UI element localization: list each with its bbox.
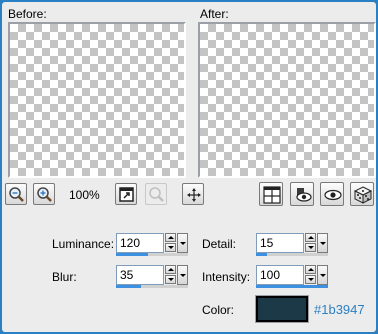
detail-slider-fill	[256, 253, 267, 256]
detail-slider-dropdown[interactable]	[317, 233, 328, 253]
blur-decrement[interactable]	[165, 275, 176, 284]
intensity-slider[interactable]	[256, 285, 328, 288]
zoom-level: 100%	[69, 188, 100, 202]
magnifier-disabled-icon	[149, 187, 164, 202]
detail-label: Detail:	[202, 237, 237, 251]
before-preview[interactable]	[8, 22, 186, 178]
luminance-decrement[interactable]	[165, 243, 176, 252]
after-label: After:	[200, 7, 229, 21]
preview-toggle-button[interactable]	[320, 182, 344, 206]
zoom-out-button[interactable]	[5, 183, 27, 205]
intensity-slider-dropdown[interactable]	[317, 265, 328, 285]
luminance-slider-dropdown[interactable]	[177, 233, 188, 253]
color-label: Color:	[202, 303, 235, 317]
show-original-button[interactable]	[290, 182, 314, 206]
zoom-in-icon	[37, 187, 52, 202]
eye-compare-icon	[296, 188, 312, 202]
split-view-icon	[263, 186, 281, 204]
intensity-decrement[interactable]	[305, 275, 316, 284]
blur-increment[interactable]	[165, 265, 176, 274]
randomize-button[interactable]	[350, 182, 374, 206]
fit-to-window-button[interactable]	[115, 183, 137, 205]
detail-increment[interactable]	[305, 233, 316, 242]
blur-slider-dropdown[interactable]	[177, 265, 188, 285]
fit-window-icon	[119, 187, 134, 202]
intensity-slider-fill	[256, 285, 328, 288]
pan-button[interactable]	[182, 183, 204, 205]
detail-value: 15	[260, 236, 274, 250]
luminance-value: 120	[120, 236, 141, 250]
blur-slider-fill	[116, 285, 142, 288]
eye-icon	[324, 189, 342, 201]
detail-input[interactable]: 15	[256, 233, 304, 253]
luminance-input[interactable]: 120	[116, 233, 164, 253]
zoom-in-button[interactable]	[33, 183, 55, 205]
intensity-increment[interactable]	[305, 265, 316, 274]
intensity-value: 100	[260, 268, 281, 282]
color-swatch[interactable]	[255, 295, 309, 323]
color-hex-value: #1b3947	[314, 302, 365, 317]
detail-slider[interactable]	[256, 253, 328, 256]
after-preview[interactable]	[198, 22, 376, 178]
intensity-input[interactable]: 100	[256, 265, 304, 285]
before-label: Before:	[8, 7, 47, 21]
zoom-actual-button[interactable]	[145, 183, 167, 205]
blur-input[interactable]: 35	[116, 265, 164, 285]
detail-decrement[interactable]	[305, 243, 316, 252]
zoom-out-icon	[9, 187, 24, 202]
blur-label: Blur:	[52, 270, 77, 284]
luminance-increment[interactable]	[165, 233, 176, 242]
luminance-slider[interactable]	[116, 253, 188, 256]
split-view-button[interactable]	[259, 182, 283, 206]
dice-icon	[353, 186, 373, 204]
blur-value: 35	[120, 268, 134, 282]
intensity-label: Intensity:	[202, 270, 251, 284]
blur-slider[interactable]	[116, 285, 188, 288]
move-arrows-icon	[187, 188, 201, 202]
luminance-label: Luminance:	[52, 237, 115, 251]
luminance-slider-fill	[116, 253, 149, 256]
